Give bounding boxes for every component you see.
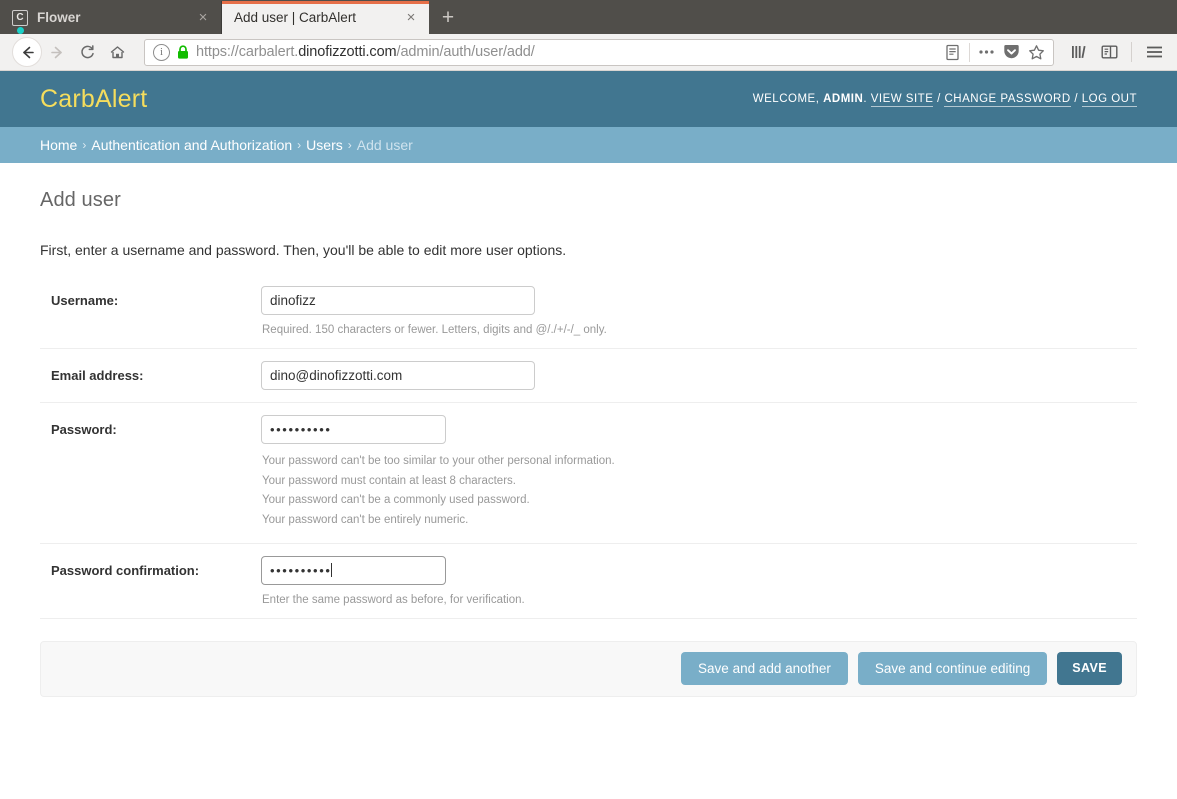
- password-help-item: Your password can't be a commonly used p…: [262, 494, 530, 507]
- username-control: Required. 150 characters or fewer. Lette…: [261, 286, 1137, 336]
- email-control: [261, 361, 1137, 391]
- password-help-item: Your password can't be too similar to yo…: [262, 455, 615, 468]
- breadcrumb-item-auth[interactable]: Authentication and Authorization: [91, 137, 292, 153]
- url-bar[interactable]: i https://carbalert.dinofizzotti.com/adm…: [144, 38, 1054, 66]
- close-icon[interactable]: ×: [401, 8, 421, 28]
- url-subdomain: carbalert.: [238, 44, 299, 60]
- save-button[interactable]: SAVE: [1057, 652, 1122, 686]
- site-header: CarbAlert WELCOME, ADMIN. VIEW SITE / CH…: [0, 71, 1177, 127]
- page-actions-icon[interactable]: [974, 40, 999, 65]
- reload-icon[interactable]: [72, 37, 102, 67]
- welcome-period: .: [863, 93, 868, 105]
- breadcrumb-separator: ›: [347, 138, 352, 152]
- log-out-link[interactable]: LOG OUT: [1081, 93, 1137, 107]
- reader-view-icon[interactable]: [940, 40, 965, 65]
- form-row-password: Password: •••••••••• Your password can't…: [40, 403, 1137, 544]
- username-help-text: Required. 150 characters or fewer. Lette…: [262, 324, 607, 336]
- page-title: Add user: [40, 189, 121, 211]
- text-caret: [330, 562, 332, 577]
- tools-separator: /: [937, 93, 941, 105]
- tools-separator: /: [1074, 93, 1079, 105]
- submit-row: Save and add another Save and continue e…: [40, 640, 1137, 697]
- navigation-toolbar: i https://carbalert.dinofizzotti.com/adm…: [0, 34, 1177, 71]
- add-user-form: First, enter a username and password. Th…: [40, 242, 1137, 697]
- url-path: /admin/auth/user/add/: [396, 44, 535, 60]
- url-scheme: https://: [196, 44, 239, 60]
- breadcrumb-item-current: Add user: [356, 137, 413, 153]
- pocket-icon[interactable]: [999, 40, 1024, 65]
- user-tools: WELCOME, ADMIN. VIEW SITE / CHANGE PASSW…: [752, 93, 1137, 107]
- bookmark-star-icon[interactable]: [1024, 40, 1049, 65]
- password-masked-value: ••••••••••: [270, 422, 332, 438]
- home-icon[interactable]: [102, 37, 132, 67]
- new-tab-button[interactable]: +: [429, 1, 467, 34]
- password-confirmation-help-text: Enter the same password as before, for v…: [262, 593, 525, 606]
- view-site-link[interactable]: VIEW SITE: [870, 93, 934, 107]
- breadcrumb-separator: ›: [82, 138, 87, 152]
- favicon-letter: C: [16, 12, 24, 23]
- browser-tab-flower[interactable]: C Flower ×: [0, 1, 222, 34]
- password-label: Password:: [51, 422, 117, 438]
- sidebar-icon[interactable]: [1094, 37, 1124, 67]
- url-domain: dinofizzotti.com: [298, 44, 397, 60]
- password-input[interactable]: ••••••••••: [261, 415, 446, 445]
- password-help-list: Your password can't be too similar to yo…: [261, 444, 1137, 531]
- change-password-link[interactable]: CHANGE PASSWORD: [944, 93, 1071, 107]
- password-confirmation-control: •••••••••• Enter the same password as be…: [261, 555, 1137, 606]
- password-confirmation-masked-value: ••••••••••: [270, 562, 332, 578]
- lock-icon[interactable]: [177, 44, 189, 60]
- breadcrumb-item-users[interactable]: Users: [306, 137, 343, 153]
- browser-tab-add-user[interactable]: Add user | CarbAlert ×: [222, 1, 429, 34]
- browser-window: C Flower × Add user | CarbAlert × + i ht…: [0, 0, 1177, 71]
- tab-audio-indicator-icon: [17, 26, 24, 34]
- menu-icon[interactable]: [1139, 37, 1169, 67]
- email-field[interactable]: [261, 361, 535, 391]
- tab-title: Add user | CarbAlert: [234, 10, 357, 25]
- password-confirmation-input[interactable]: ••••••••••: [261, 555, 446, 585]
- form-row-password-confirmation: Password confirmation: •••••••••• Enter …: [40, 544, 1137, 619]
- back-arrow-icon[interactable]: [12, 37, 42, 67]
- page-content: CarbAlert WELCOME, ADMIN. VIEW SITE / CH…: [0, 71, 1177, 799]
- toolbar-divider: [1131, 42, 1132, 62]
- current-username: ADMIN: [823, 93, 864, 105]
- site-branding[interactable]: CarbAlert: [40, 85, 147, 114]
- username-input[interactable]: [261, 286, 535, 315]
- tab-strip: C Flower × Add user | CarbAlert × +: [0, 0, 1177, 34]
- breadcrumb: Home › Authentication and Authorization …: [0, 127, 1177, 163]
- welcome-text: WELCOME,: [752, 93, 820, 105]
- browser-toolbar-right: [1064, 37, 1169, 67]
- tab-title: Flower: [37, 10, 81, 25]
- form-row-email: Email address:: [40, 349, 1137, 404]
- password-confirmation-label: Password confirmation:: [51, 562, 200, 578]
- username-label: Username:: [51, 293, 119, 308]
- main-content: Add user First, enter a username and pas…: [0, 163, 1177, 697]
- forward-arrow-icon: [42, 37, 72, 67]
- save-and-add-another-button[interactable]: Save and add another: [681, 652, 848, 686]
- form-row-username: Username: Required. 150 characters or fe…: [40, 274, 1137, 350]
- password-help-item: Your password can't be entirely numeric.: [262, 513, 469, 526]
- url-text[interactable]: https://carbalert.dinofizzotti.com/admin…: [196, 44, 940, 60]
- password-help-item: Your password must contain at least 8 ch…: [262, 474, 516, 487]
- email-label: Email address:: [51, 368, 144, 384]
- form-intro-text: First, enter a username and password. Th…: [40, 242, 567, 258]
- toolbar-divider: [969, 42, 970, 62]
- breadcrumb-item-home[interactable]: Home: [40, 137, 77, 153]
- password-control: •••••••••• Your password can't be too si…: [261, 415, 1137, 531]
- save-and-continue-editing-button[interactable]: Save and continue editing: [857, 652, 1048, 686]
- close-icon[interactable]: ×: [193, 8, 213, 28]
- library-icon[interactable]: [1064, 37, 1094, 67]
- flower-favicon: C: [12, 9, 28, 34]
- site-info-icon[interactable]: i: [153, 43, 170, 61]
- breadcrumb-separator: ›: [297, 138, 302, 152]
